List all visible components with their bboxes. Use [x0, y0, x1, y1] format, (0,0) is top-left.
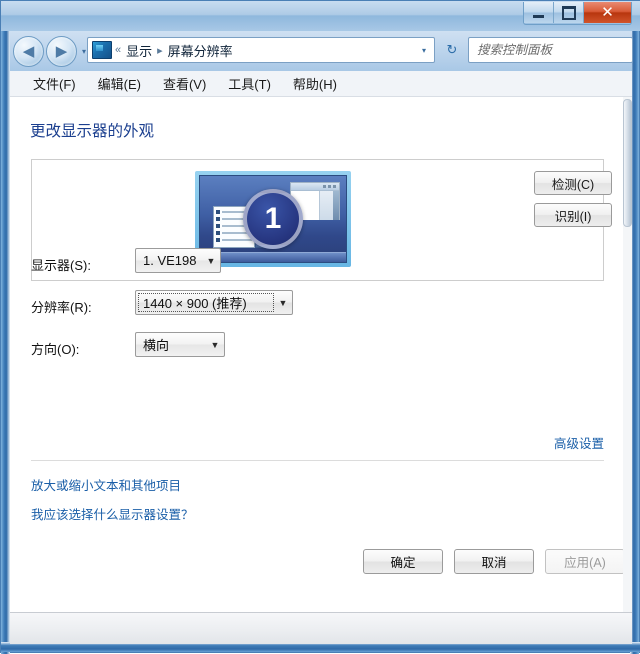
refresh-button[interactable]: ↻: [440, 37, 464, 63]
detect-button[interactable]: 检测(C): [534, 171, 612, 195]
menu-item-file[interactable]: 文件(F): [22, 71, 87, 96]
preview-mini-window-sidebar: [319, 191, 333, 220]
window-frame-left-edge: [1, 1, 10, 654]
monitor-number-badge: 1: [243, 189, 303, 249]
preview-bullet-icon: [216, 224, 220, 228]
title-bar[interactable]: ✕: [1, 1, 640, 31]
preview-bullet-icon: [216, 238, 220, 242]
scrollbar-thumb[interactable]: [623, 99, 632, 227]
monitor-select[interactable]: 1. VE198 ▼: [135, 248, 221, 273]
menu-item-tools[interactable]: 工具(T): [217, 71, 282, 96]
forward-button[interactable]: ▶: [46, 36, 77, 67]
preview-bullet-icon: [216, 210, 220, 214]
content-scrollbar[interactable]: [623, 97, 632, 612]
ok-button[interactable]: 确定: [363, 549, 443, 574]
orientation-select-value: 横向: [143, 338, 170, 353]
search-input[interactable]: [469, 42, 640, 58]
address-bar[interactable]: « 显示 ▸ 屏幕分辨率 ▾: [87, 37, 435, 63]
breadcrumb-item-display[interactable]: 显示: [124, 41, 154, 60]
screen-resolution-window: ✕ ◀ ▶ ▾ « 显示 ▸ 屏幕分辨率 ▾ ↻ ⚲: [0, 0, 640, 654]
identify-button[interactable]: 识别(I): [534, 203, 612, 227]
resolution-select[interactable]: 1440 × 900 (推荐) ▼: [135, 290, 293, 315]
scale-text-link[interactable]: 放大或缩小文本和其他项目: [31, 475, 181, 494]
preview-menu-line: [222, 239, 252, 241]
status-bar: [10, 612, 632, 644]
menu-item-view[interactable]: 查看(V): [152, 71, 217, 96]
preview-bullet-icon: [216, 231, 220, 235]
chevron-down-icon: ▼: [278, 297, 288, 308]
preview-mini-window-titlebar: [291, 183, 339, 191]
window-controls: ✕: [523, 2, 632, 25]
forward-arrow-icon: ▶: [55, 43, 68, 60]
preview-mini-window-scrollbar: [333, 191, 339, 220]
orientation-label: 方向(O):: [31, 342, 80, 357]
control-panel-display-icon: [92, 41, 112, 59]
close-button[interactable]: ✕: [584, 2, 631, 23]
menu-item-edit[interactable]: 编辑(E): [87, 71, 152, 96]
breadcrumb-item-screen-resolution[interactable]: 屏幕分辨率: [166, 41, 235, 60]
back-button[interactable]: ◀: [13, 36, 44, 67]
breadcrumb-separator-icon: ▸: [157, 44, 163, 57]
which-settings-link[interactable]: 我应该选择什么显示器设置？: [31, 504, 194, 523]
chevron-down-icon[interactable]: ▾: [422, 46, 426, 55]
maximize-icon: [561, 5, 576, 20]
menu-item-help[interactable]: 帮助(H): [282, 71, 348, 96]
advanced-settings-link[interactable]: 高级设置: [554, 433, 604, 452]
cancel-button[interactable]: 取消: [454, 549, 534, 574]
monitor-screen-preview: 1: [199, 175, 347, 263]
nav-arrow-group: ◀ ▶ ▾: [13, 36, 86, 67]
close-icon: ✕: [601, 4, 614, 21]
refresh-icon: ↻: [446, 42, 458, 57]
chevron-down-icon: ▼: [210, 339, 220, 350]
search-box[interactable]: ⚲: [468, 37, 640, 63]
section-divider: [31, 460, 604, 461]
resolution-select-value: 1440 × 900 (推荐): [138, 293, 274, 312]
minimize-button[interactable]: [524, 2, 554, 23]
orientation-select[interactable]: 横向 ▼: [135, 332, 225, 357]
monitor-select-value: 1. VE198: [143, 253, 197, 268]
history-dropdown-icon[interactable]: ▾: [82, 47, 86, 56]
content-area: 更改显示器的外观 1 检测(C) 识别(I) 显示器(S): 1. VE198 …: [10, 97, 632, 612]
resolution-label: 分辨率(R):: [31, 300, 92, 315]
chevron-down-icon: ▼: [206, 255, 216, 266]
preview-menu-row: [216, 238, 252, 242]
page-title: 更改显示器的外观: [30, 123, 155, 140]
monitor-label: 显示器(S):: [31, 258, 91, 273]
back-arrow-icon: ◀: [22, 43, 35, 60]
apply-button: 应用(A): [545, 549, 625, 574]
display-preview-panel[interactable]: 1: [31, 159, 604, 281]
minimize-icon: [533, 14, 544, 18]
maximize-button[interactable]: [554, 2, 584, 23]
menu-bar: 文件(F) 编辑(E) 查看(V) 工具(T) 帮助(H): [10, 71, 632, 97]
navigation-bar: ◀ ▶ ▾ « 显示 ▸ 屏幕分辨率 ▾ ↻ ⚲: [10, 31, 640, 71]
preview-bullet-icon: [216, 217, 220, 221]
breadcrumb-overflow-icon[interactable]: «: [112, 44, 124, 56]
